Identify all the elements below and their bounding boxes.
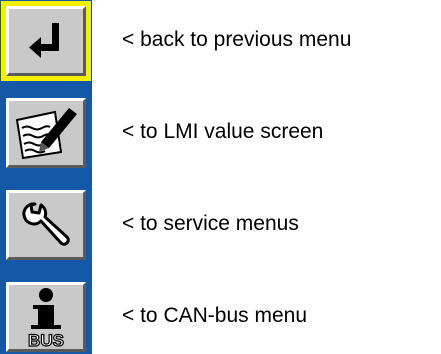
- info-bus-icon: BUS: [21, 287, 71, 347]
- back-to-previous-menu-label: < back to previous menu: [122, 28, 352, 51]
- icon-sidebar: BUS: [0, 0, 92, 354]
- bus-icon-text: BUS: [28, 331, 64, 347]
- service-menus-label: < to service menus: [122, 212, 299, 235]
- can-bus-menu-button[interactable]: BUS: [6, 282, 86, 352]
- pen-on-paper-icon: [13, 106, 79, 160]
- back-button[interactable]: [1, 1, 91, 81]
- lmi-value-screen-button[interactable]: [6, 98, 86, 168]
- wrench-icon: [21, 200, 71, 250]
- return-arrow-icon: [26, 19, 66, 63]
- can-bus-menu-label: < to CAN-bus menu: [122, 304, 308, 327]
- lmi-value-screen-label: < to LMI value screen: [122, 120, 324, 143]
- service-menus-button[interactable]: [6, 190, 86, 260]
